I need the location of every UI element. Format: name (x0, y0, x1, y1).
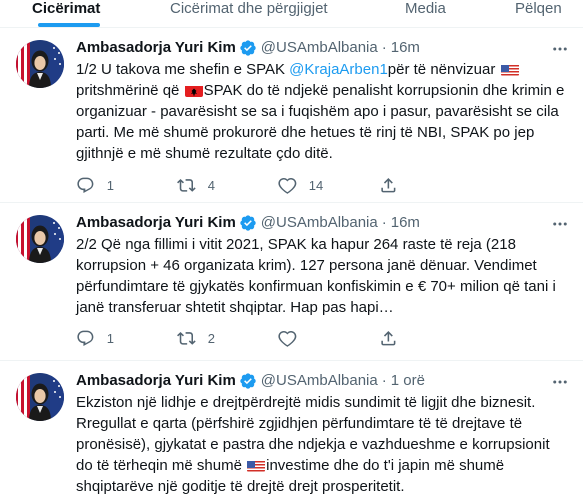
like-count: 14 (308, 177, 324, 193)
mention-link[interactable]: @KrajaArben1 (289, 61, 388, 78)
author-name[interactable]: Ambasadorja Yuri Kim (76, 38, 236, 58)
verified-badge-icon (239, 214, 257, 232)
author-name[interactable]: Ambasadorja Yuri Kim (76, 371, 236, 391)
avatar[interactable] (16, 40, 64, 88)
tweet-header: Ambasadorja Yuri Kim @USAmbAlbania · 16m (76, 38, 569, 58)
reply-button[interactable]: 1 (76, 175, 114, 195)
tweet[interactable]: Ambasadorja Yuri Kim @USAmbAlbania · 1 o… (0, 361, 583, 500)
tweet[interactable]: Ambasadorja Yuri Kim @USAmbAlbania · 16m… (0, 203, 583, 361)
tab-media[interactable]: Media (405, 0, 446, 27)
tweet-text: 2/2 Që nga fillimi i vitit 2021, SPAK ka… (76, 236, 556, 316)
tweet[interactable]: Ambasadorja Yuri Kim @USAmbAlbania · 16m… (0, 28, 583, 203)
avatar[interactable] (16, 373, 64, 421)
tweet-header: Ambasadorja Yuri Kim @USAmbAlbania · 16m (76, 213, 569, 233)
retweet-button[interactable]: 2 (177, 328, 215, 348)
tweet-header: Ambasadorja Yuri Kim @USAmbAlbania · 1 o… (76, 371, 569, 391)
active-tab-indicator (38, 23, 100, 27)
author-handle[interactable]: @USAmbAlbania (261, 213, 378, 233)
tab-tweets-and-replies[interactable]: Cicërimat dhe përgjigjet (170, 0, 328, 27)
tab-likes[interactable]: Pëlqen (515, 0, 562, 27)
author-name[interactable]: Ambasadorja Yuri Kim (76, 213, 236, 233)
us-flag-icon (501, 63, 519, 76)
like-button[interactable]: 14 (278, 175, 323, 195)
albania-flag-icon (185, 84, 203, 97)
profile-tabs: Cicërimat Cicërimat dhe përgjigjet Media… (0, 0, 583, 28)
more-options-icon[interactable] (551, 373, 569, 391)
tweet-text: 1/2 U takova me shefin e SPAK @KrajaArbe… (76, 61, 565, 162)
author-handle[interactable]: @USAmbAlbania (261, 38, 378, 58)
share-button[interactable] (379, 175, 398, 195)
reply-count: 1 (106, 177, 114, 193)
separator-dot: · (381, 372, 387, 389)
author-handle[interactable]: @USAmbAlbania (261, 371, 378, 391)
us-flag-icon (247, 459, 265, 472)
like-button[interactable] (278, 328, 309, 348)
tweet-time[interactable]: 16m (391, 213, 420, 233)
verified-badge-icon (239, 372, 257, 390)
more-options-icon[interactable] (551, 215, 569, 233)
verified-badge-icon (239, 39, 257, 57)
avatar[interactable] (16, 215, 64, 263)
tweet-time[interactable]: 1 orë (391, 371, 425, 391)
separator-dot: · (381, 39, 387, 56)
tweet-time[interactable]: 16m (391, 38, 420, 58)
reply-button[interactable]: 1 (76, 328, 114, 348)
reply-count: 1 (106, 330, 114, 346)
separator-dot: · (381, 214, 387, 231)
tweet-text: Ekziston një lidhje e drejtpërdrejtë mid… (76, 394, 550, 495)
retweet-count: 4 (207, 177, 215, 193)
retweet-button[interactable]: 4 (177, 175, 215, 195)
more-options-icon[interactable] (551, 40, 569, 58)
share-button[interactable] (379, 328, 398, 348)
retweet-count: 2 (207, 330, 215, 346)
